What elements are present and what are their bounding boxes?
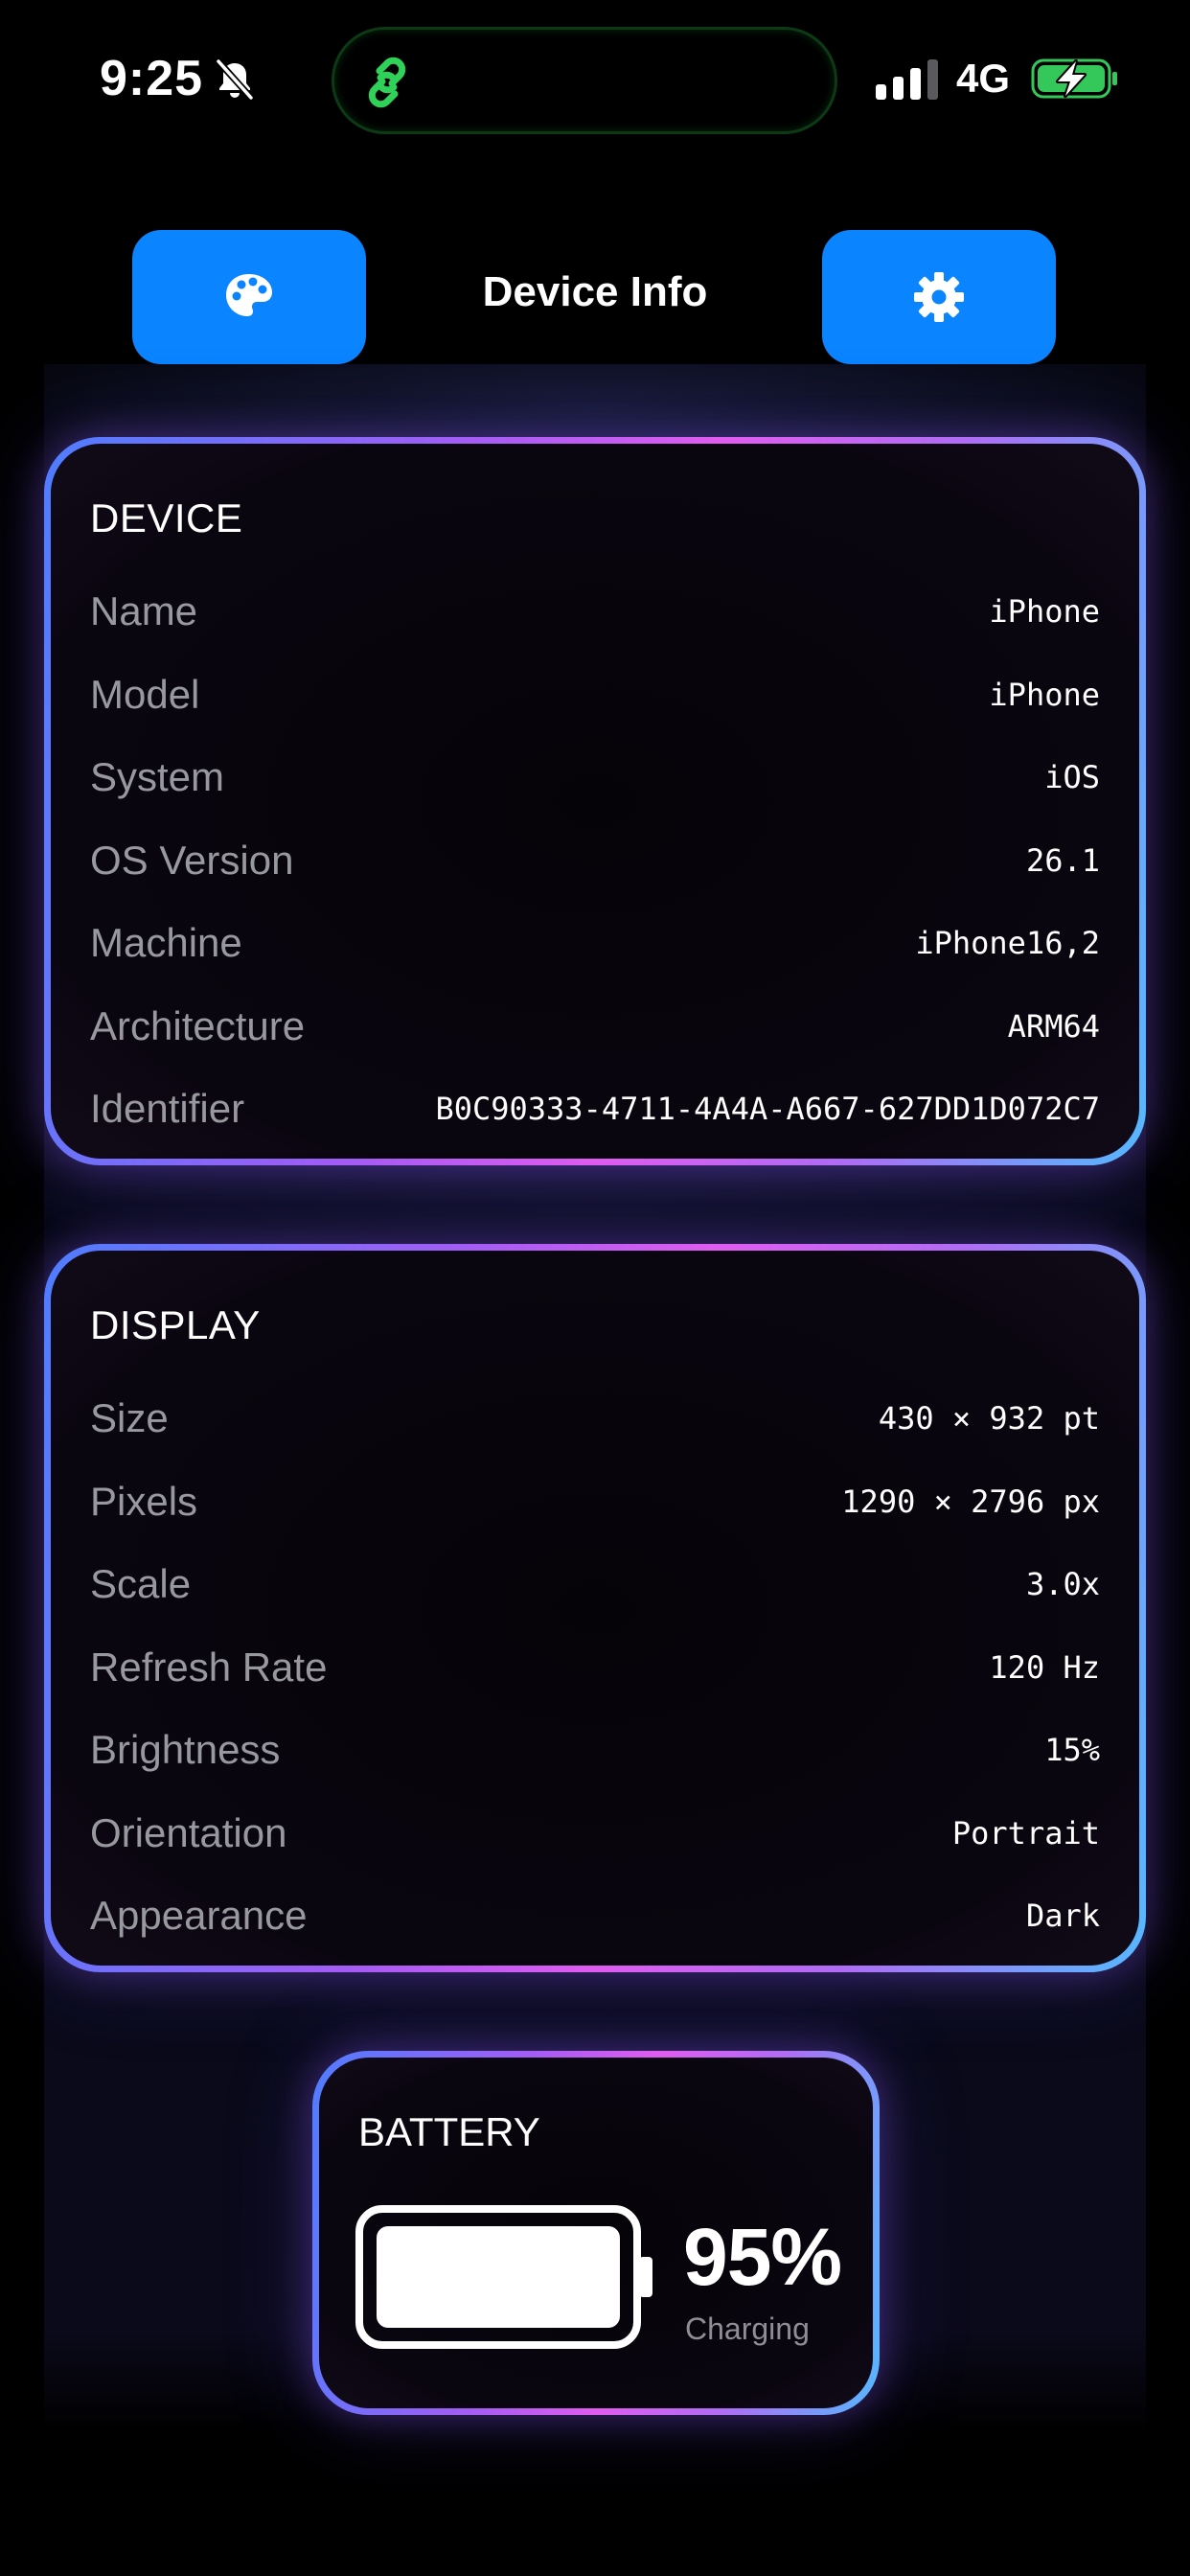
info-row-architecture: Architecture ARM64 [90,985,1100,1069]
gear-icon [914,272,964,322]
display-card: DISPLAY Size 430 × 932 pt Pixels 1290 × … [44,1244,1146,1972]
row-label: Appearance [90,1893,308,1939]
row-label: System [90,754,225,800]
battery-card: BATTERY 95% Charging [312,2051,880,2415]
row-value: 1290 × 2796 px [841,1483,1100,1520]
link-icon [368,57,406,108]
dynamic-island[interactable] [332,27,837,134]
info-row-machine: Machine iPhone16,2 [90,902,1100,985]
info-row-refresh-rate: Refresh Rate 120 Hz [90,1626,1100,1710]
cellular-signal-icon [876,59,938,100]
info-row-scale: Scale 3.0x [90,1543,1100,1626]
row-label: Pixels [90,1478,198,1524]
status-time: 9:25 [100,51,204,106]
row-value: 3.0x [1025,1566,1100,1603]
settings-button[interactable] [822,230,1056,364]
row-value: 430 × 932 pt [878,1400,1100,1438]
battery-fill [377,2226,620,2328]
battery-level-icon [355,2205,652,2349]
screen: 9:25 4G Device Info DEVICE Name iPhone M… [0,0,1190,2576]
network-type: 4G [956,56,1011,101]
row-label: Orientation [90,1809,287,1855]
section-title-battery: BATTERY [358,2109,540,2154]
info-row-os-version: OS Version 26.1 [90,819,1100,903]
bell-slash-icon [216,58,254,101]
battery-state: Charging [685,2312,810,2346]
row-value: 26.1 [1025,841,1100,879]
row-label: Machine [90,920,242,966]
row-value: Dark [1025,1898,1100,1935]
info-row-orientation: Orientation Portrait [90,1792,1100,1875]
row-value: iOS [1044,759,1100,796]
palette-icon [226,274,272,316]
device-card: DEVICE Name iPhone Model iPhone System i… [44,437,1146,1165]
info-row-size: Size 430 × 932 pt [90,1377,1100,1460]
row-label: Architecture [90,1002,306,1048]
row-label: OS Version [90,837,294,883]
device-rows: Name iPhone Model iPhone System iOS OS V… [90,570,1100,1151]
row-label: Identifier [90,1086,245,1132]
row-label: Model [90,671,200,717]
page-title: Device Info [482,268,708,315]
row-value: iPhone16,2 [915,925,1100,962]
info-row-model: Model iPhone [90,654,1100,737]
battery-charging-icon [1031,58,1117,99]
row-value: B0C90333-4711-4A4A-A667-627DD1D072C7 [435,1091,1100,1128]
row-value: Portrait [951,1814,1100,1852]
section-title-device: DEVICE [90,495,243,540]
info-row-appearance: Appearance Dark [90,1874,1100,1958]
row-label: Name [90,588,198,634]
display-rows: Size 430 × 932 pt Pixels 1290 × 2796 px … [90,1377,1100,1958]
info-row-name: Name iPhone [90,570,1100,654]
info-row-system: System iOS [90,736,1100,819]
row-value: 120 Hz [989,1648,1100,1686]
row-label: Brightness [90,1727,281,1773]
row-value: 15% [1044,1732,1100,1769]
info-row-pixels: Pixels 1290 × 2796 px [90,1460,1100,1544]
theme-button[interactable] [132,230,366,364]
row-label: Refresh Rate [90,1644,328,1690]
info-row-identifier: Identifier B0C90333-4711-4A4A-A667-627DD… [90,1068,1100,1151]
row-label: Scale [90,1561,192,1607]
row-value: iPhone [989,676,1100,713]
row-label: Size [90,1395,169,1441]
status-bar: 9:25 4G [0,0,1190,163]
row-value: iPhone [989,593,1100,631]
info-row-brightness: Brightness 15% [90,1709,1100,1792]
section-title-display: DISPLAY [90,1302,261,1347]
battery-percent: 95% [683,2212,842,2302]
row-value: ARM64 [1007,1007,1100,1045]
